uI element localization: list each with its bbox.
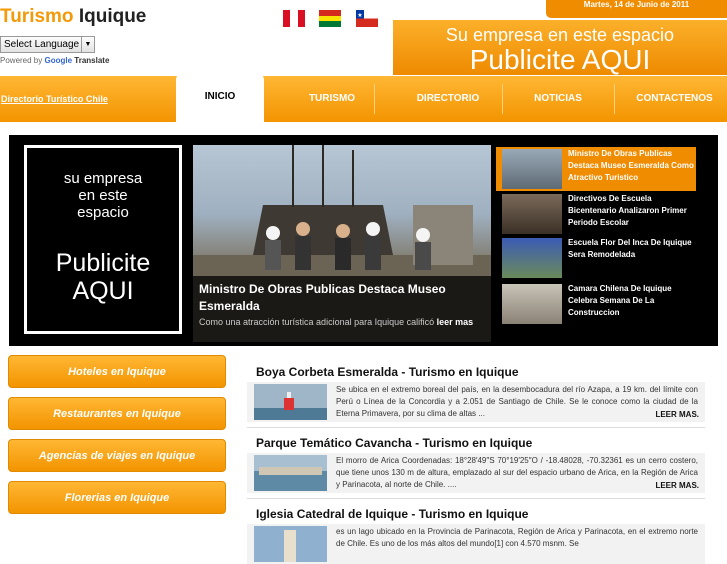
powered-by: Powered by Google Translate xyxy=(0,56,109,65)
featured-caption: Ministro De Obras Publicas Destaca Museo… xyxy=(193,276,491,342)
chevron-down-icon: ▼ xyxy=(81,37,94,52)
article-item: Parque Temático Cavancha - Turismo en Iq… xyxy=(247,433,705,493)
translate-label[interactable]: Translate xyxy=(74,56,109,65)
sidebar-link-hoteles[interactable]: Hoteles en Iquique xyxy=(8,355,226,388)
google-translate: Select Language ▼ Powered by Google Tran… xyxy=(0,36,109,65)
banner-line2: Publicite AQUI xyxy=(469,44,651,75)
nav-noticias[interactable]: NOTICIAS xyxy=(518,76,598,122)
news-thumbnail xyxy=(502,149,562,189)
article-description: Se ubica en el extremo boreal del país, … xyxy=(336,385,698,418)
news-thumbnail xyxy=(502,194,562,234)
article-title[interactable]: Boya Corbeta Esmeralda - Turismo en Iqui… xyxy=(247,362,705,382)
nav-turismo[interactable]: TURISMO xyxy=(290,76,374,122)
svg-text:★: ★ xyxy=(357,12,362,19)
site-logo[interactable]: Turismo Iquique xyxy=(0,6,146,28)
article-divider xyxy=(247,498,705,499)
news-title: Directivos De Escuela Bicentenario Anali… xyxy=(568,194,687,227)
news-title: Camara Chilena De Iquique Celebra Semana… xyxy=(568,284,672,317)
nav-divider xyxy=(614,84,615,114)
header-ad-banner[interactable]: Su empresa en este espacio Publicite AQU… xyxy=(393,20,727,75)
sidebar-link-restaurantes[interactable]: Restaurantes en Iquique xyxy=(8,397,226,430)
article-divider xyxy=(247,427,705,428)
news-title: Ministro De Obras Publicas Destaca Museo… xyxy=(568,149,694,182)
slider-ad-box[interactable]: su empresa en este espacio Publicite AQU… xyxy=(24,145,182,334)
featured-news-photo[interactable]: Ministro De Obras Publicas Destaca Museo… xyxy=(193,145,491,342)
article-title[interactable]: Iglesia Catedral de Iquique - Turismo en… xyxy=(247,504,705,524)
article-thumbnail[interactable] xyxy=(254,455,327,491)
current-date: Martes, 14 de Junio de 2011 xyxy=(546,0,727,18)
article-thumbnail[interactable] xyxy=(254,526,327,562)
news-item[interactable]: Ministro De Obras Publicas Destaca Museo… xyxy=(496,147,696,191)
directory-link[interactable]: Directorio Turístico Chile xyxy=(0,76,110,122)
logo-part2: Iquique xyxy=(78,6,147,27)
ad-line3: espacio xyxy=(77,204,129,221)
logo-part1: Turismo xyxy=(0,6,74,27)
article-item: Boya Corbeta Esmeralda - Turismo en Iqui… xyxy=(247,362,705,422)
news-item[interactable]: Camara Chilena De Iquique Celebra Semana… xyxy=(496,282,696,326)
nav-contactenos[interactable]: CONTACTENOS xyxy=(622,76,727,122)
language-select-label: Select Language xyxy=(4,39,80,50)
featured-read-more[interactable]: leer mas xyxy=(437,317,474,327)
ad-line1: su empresa xyxy=(63,170,143,187)
main-nav: Directorio Turístico Chile INICIO TURISM… xyxy=(0,72,727,122)
chile-flag-icon[interactable]: ★ xyxy=(356,10,378,27)
ad-big1: Publicite xyxy=(55,249,151,277)
article-item: Iglesia Catedral de Iquique - Turismo en… xyxy=(247,504,705,564)
featured-title[interactable]: Ministro De Obras Publicas Destaca Museo… xyxy=(199,281,485,315)
news-item[interactable]: Escuela Flor Del Inca De Iquique Sera Re… xyxy=(496,236,696,280)
powered-by-label: Powered by xyxy=(0,56,43,65)
article-thumbnail[interactable] xyxy=(254,384,327,420)
featured-teaser: Como una atracción turística adicional p… xyxy=(199,317,435,327)
article-description: es un lago ubicado en la Provincia de Pa… xyxy=(336,527,698,548)
news-item[interactable]: Directivos De Escuela Bicentenario Anali… xyxy=(496,192,696,236)
banner-line1: Su empresa en este espacio xyxy=(445,25,675,45)
article-description: El morro de Arica Coordenadas: 18°28′49″… xyxy=(336,456,698,489)
sidebar-link-florerias[interactable]: Florerias en Iquique xyxy=(8,481,226,514)
read-more-link[interactable]: LEER MAS. xyxy=(655,481,699,490)
news-title: Escuela Flor Del Inca De Iquique Sera Re… xyxy=(568,238,692,259)
google-wordmark: Google xyxy=(44,56,73,65)
language-select[interactable]: Select Language ▼ xyxy=(0,36,95,53)
nav-inicio[interactable]: INICIO xyxy=(176,72,264,122)
nav-divider xyxy=(374,84,375,114)
bolivia-flag-icon[interactable] xyxy=(319,10,341,27)
ad-line2: en este xyxy=(78,187,128,204)
read-more-link[interactable]: LEER MAS. xyxy=(655,410,699,419)
peru-flag-icon[interactable] xyxy=(283,10,305,27)
nav-directorio[interactable]: DIRECTORIO xyxy=(400,76,496,122)
news-thumbnail xyxy=(502,284,562,324)
sidebar-link-agencias[interactable]: Agencias de viajes en Iquique xyxy=(8,439,226,472)
article-title[interactable]: Parque Temático Cavancha - Turismo en Iq… xyxy=(247,433,705,453)
ad-big2: AQUI xyxy=(72,277,134,305)
nav-divider xyxy=(502,84,503,114)
news-thumbnail xyxy=(502,238,562,278)
